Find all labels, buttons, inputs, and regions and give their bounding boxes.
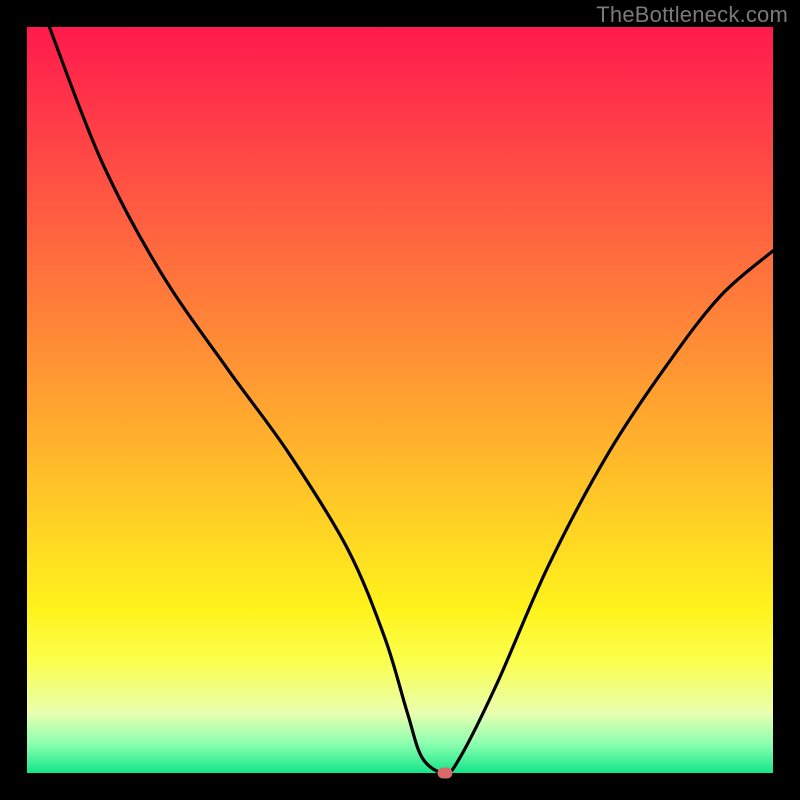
watermark-label: TheBottleneck.com [596, 2, 788, 28]
bottleneck-marker [437, 768, 452, 779]
bottleneck-curve [27, 27, 773, 773]
chart-frame: TheBottleneck.com [0, 0, 800, 800]
plot-area [27, 27, 773, 773]
